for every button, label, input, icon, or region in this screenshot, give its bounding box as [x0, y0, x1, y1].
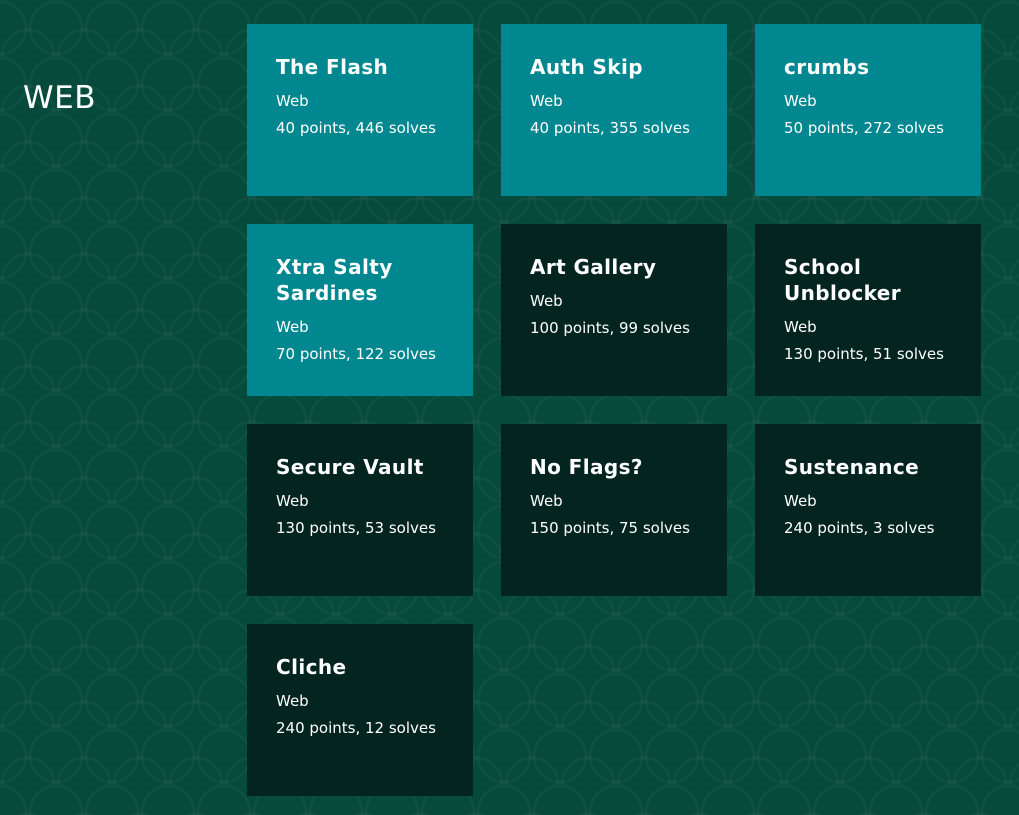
challenge-stats: 240 points, 3 solves — [784, 519, 935, 537]
challenge-stats: 240 points, 12 solves — [276, 719, 436, 737]
challenge-stats: 150 points, 75 solves — [530, 519, 690, 537]
challenge-category: Web — [784, 92, 817, 110]
challenge-card-auth-skip[interactable]: Auth Skip Web 40 points, 355 solves — [501, 24, 727, 196]
challenge-title: Cliche — [276, 655, 347, 679]
challenge-stats: 100 points, 99 solves — [530, 319, 690, 337]
challenge-card-sustenance[interactable]: Sustenance Web 240 points, 3 solves — [755, 424, 981, 596]
challenge-grid: The Flash Web 40 points, 446 solves Auth… — [247, 24, 981, 796]
challenge-category: Web — [530, 292, 563, 310]
challenge-title: Sustenance — [784, 455, 920, 479]
challenge-card-no-flags[interactable]: No Flags? Web 150 points, 75 solves — [501, 424, 727, 596]
challenge-card-cliche[interactable]: Cliche Web 240 points, 12 solves — [247, 624, 473, 796]
challenge-title: Secure Vault — [276, 455, 424, 479]
category-title: WEB — [23, 80, 97, 116]
challenge-category: Web — [276, 92, 309, 110]
challenge-title: Xtra Salty Sardines — [276, 255, 393, 305]
challenge-category: Web — [530, 92, 563, 110]
challenge-title: The Flash — [276, 55, 389, 79]
challenge-card-the-flash[interactable]: The Flash Web 40 points, 446 solves — [247, 24, 473, 196]
challenge-category: Web — [784, 492, 817, 510]
challenge-stats: 40 points, 355 solves — [530, 119, 690, 137]
challenge-category: Web — [276, 318, 309, 336]
challenge-title: Auth Skip — [530, 55, 643, 79]
challenge-category: Web — [276, 692, 309, 710]
challenge-card-school-unblocker[interactable]: School Unblocker Web 130 points, 51 solv… — [755, 224, 981, 396]
challenge-title: School Unblocker — [784, 255, 902, 305]
challenge-stats: 130 points, 51 solves — [784, 345, 944, 363]
challenge-category: Web — [784, 318, 817, 336]
challenge-title: No Flags? — [530, 455, 643, 479]
challenge-card-art-gallery[interactable]: Art Gallery Web 100 points, 99 solves — [501, 224, 727, 396]
challenge-card-xtra-salty-sardines[interactable]: Xtra Salty Sardines Web 70 points, 122 s… — [247, 224, 473, 396]
challenge-card-crumbs[interactable]: crumbs Web 50 points, 272 solves — [755, 24, 981, 196]
challenge-title: Art Gallery — [530, 255, 657, 279]
challenge-stats: 130 points, 53 solves — [276, 519, 436, 537]
challenge-stats: 70 points, 122 solves — [276, 345, 436, 363]
challenge-category: Web — [276, 492, 309, 510]
challenge-category: Web — [530, 492, 563, 510]
challenge-card-secure-vault[interactable]: Secure Vault Web 130 points, 53 solves — [247, 424, 473, 596]
challenge-stats: 40 points, 446 solves — [276, 119, 436, 137]
challenge-stats: 50 points, 272 solves — [784, 119, 944, 137]
challenge-title: crumbs — [784, 55, 870, 79]
